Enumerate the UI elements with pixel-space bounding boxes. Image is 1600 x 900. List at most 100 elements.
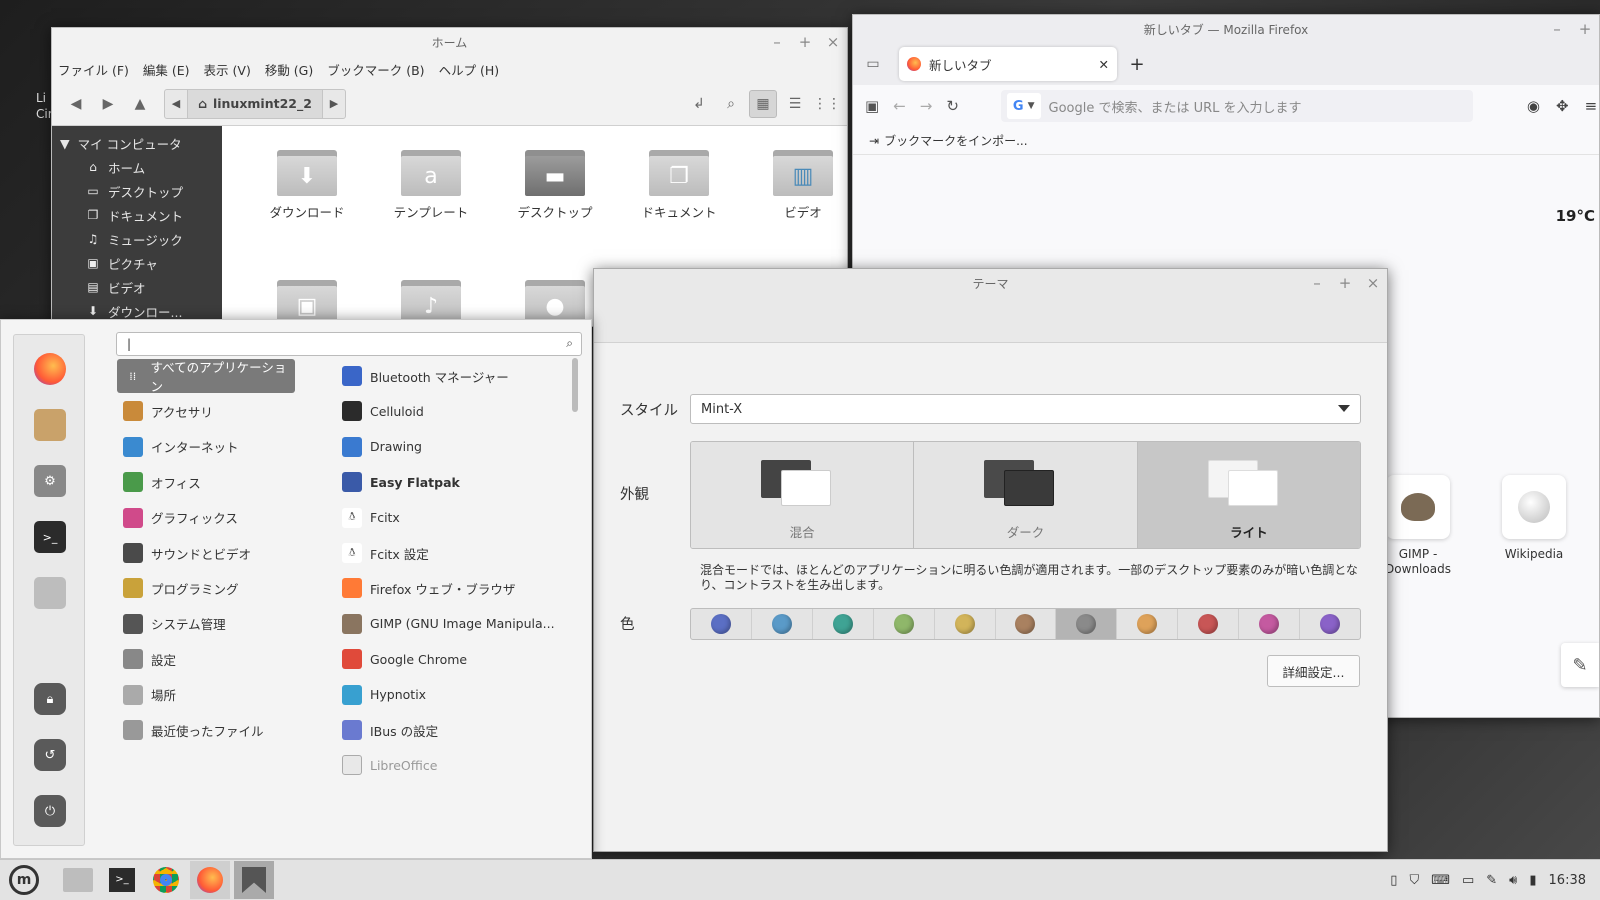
display-icon[interactable]: ▭ [1462, 873, 1474, 888]
terminal-icon[interactable]: >_ [34, 521, 66, 553]
color-swatch[interactable] [1239, 609, 1301, 639]
clipboard-icon[interactable]: ▯ [1390, 873, 1397, 888]
category-item[interactable]: オフィス [117, 465, 295, 499]
folder-templates[interactable]: a テンプレート [381, 146, 481, 221]
app-item[interactable]: Bluetooth マネージャー [342, 359, 572, 393]
color-swatch[interactable] [813, 609, 874, 639]
sidebar-item-documents[interactable]: ❐ ドキュメント [52, 203, 222, 227]
close-tab-icon[interactable]: ✕ [1099, 57, 1109, 72]
maximize-icon[interactable]: + [1337, 274, 1353, 292]
color-swatch[interactable] [996, 609, 1057, 639]
color-swatch[interactable] [935, 609, 996, 639]
volume-icon[interactable]: 🔊︎ [1509, 873, 1517, 888]
category-item[interactable]: グラフィックス [117, 501, 295, 535]
breadcrumb-right-icon[interactable]: ▶ [323, 97, 345, 110]
file-manager-titlebar[interactable]: ホーム – + × [52, 28, 847, 56]
logout-icon[interactable]: ↺ [34, 739, 66, 771]
close-icon[interactable]: × [825, 33, 841, 51]
category-item[interactable]: インターネット [117, 430, 295, 464]
category-item[interactable]: ⁞⁞ すべてのアプリケーション [117, 359, 295, 394]
menu-view[interactable]: 表示 (V) [204, 60, 251, 79]
folder-documents[interactable]: ❐ ドキュメント [629, 146, 729, 221]
new-tab-icon[interactable]: + [1123, 50, 1151, 78]
icon-view-icon[interactable]: ▦ [749, 89, 777, 118]
sidebar-toggle-icon[interactable]: ▣ [865, 97, 879, 115]
menu-bookmarks[interactable]: ブックマーク (B) [327, 60, 424, 79]
search-input[interactable]: | ⌕ [116, 332, 582, 356]
taskbar-terminal-icon[interactable]: >_ [102, 861, 142, 899]
app-item[interactable]: Hypnotix [342, 678, 572, 712]
scrollbar[interactable] [572, 358, 578, 412]
keyboard-icon[interactable]: ⌨ [1431, 873, 1450, 888]
power-icon[interactable]: ⏻ [34, 795, 66, 827]
sidebar-header[interactable]: ▼ マイ コンピュータ [52, 132, 222, 155]
advanced-settings-button[interactable]: 詳細設定... [1267, 655, 1360, 687]
sidebar-item-videos[interactable]: ▤ ビデオ [52, 275, 222, 299]
app-item[interactable]: Easy Flatpak [342, 465, 572, 499]
color-swatch[interactable] [752, 609, 813, 639]
menu-edit[interactable]: 編集 (E) [143, 60, 190, 79]
lock-icon[interactable]: 🔒︎ [34, 683, 66, 715]
style-dropdown[interactable]: Mint-X [690, 394, 1361, 424]
sidebar-item-music[interactable]: ♫ ミュージック [52, 227, 222, 251]
color-swatch[interactable] [874, 609, 935, 639]
extensions-icon[interactable]: ✥ [1556, 97, 1569, 115]
compact-view-icon[interactable]: ⋮⋮ [813, 90, 841, 118]
firefox-icon[interactable] [34, 353, 66, 385]
search-engine-google-icon[interactable]: G ▼ [1006, 93, 1041, 119]
shield-icon[interactable]: ⛉ [1409, 873, 1419, 888]
color-swatch[interactable] [1178, 609, 1240, 639]
app-item[interactable]: Celluloid [342, 394, 572, 428]
app-menu-icon[interactable]: ≡ [1585, 97, 1598, 115]
app-item[interactable]: IBus の設定 [342, 713, 572, 747]
category-item[interactable]: システム管理 [117, 607, 295, 641]
taskbar-firefox-icon[interactable] [190, 861, 230, 899]
minimize-icon[interactable]: – [1309, 274, 1325, 292]
back-icon[interactable]: ← [893, 97, 906, 115]
minimize-icon[interactable]: – [769, 33, 785, 51]
software-manager-icon[interactable] [34, 409, 66, 441]
category-item[interactable]: 設定 [117, 642, 295, 676]
network-icon[interactable]: ✎ [1486, 873, 1497, 888]
back-icon[interactable]: ◀ [62, 90, 90, 118]
url-bar[interactable]: G ▼ Google で検索、または URL を入力します [1000, 90, 1473, 122]
breadcrumb-left-icon[interactable]: ◀ [165, 97, 187, 110]
maximize-icon[interactable]: + [797, 33, 813, 51]
minimize-icon[interactable]: – [1549, 20, 1565, 38]
search-icon[interactable]: ⌕ [717, 90, 745, 118]
taskbar-chrome-icon[interactable] [146, 861, 186, 899]
menu-file[interactable]: ファイル (F) [58, 60, 129, 79]
color-swatch[interactable] [691, 609, 752, 639]
appearance-option-light[interactable]: ライト [1137, 442, 1360, 548]
firefox-titlebar[interactable]: 新しいタブ — Mozilla Firefox – + [853, 15, 1599, 43]
app-item[interactable]: GIMP (GNU Image Manipula... [342, 607, 572, 641]
shortcut-wikipedia[interactable]: Wikipedia [1489, 475, 1579, 562]
color-swatch[interactable] [1117, 609, 1179, 639]
clock[interactable]: 16:38 [1549, 873, 1586, 888]
tab-list-icon[interactable]: ▭ [859, 50, 887, 78]
category-item[interactable]: 場所 [117, 678, 295, 712]
forward-icon[interactable]: ▶ [94, 90, 122, 118]
category-item[interactable]: アクセサリ [117, 394, 295, 428]
system-settings-icon[interactable]: ⚙ [34, 465, 66, 497]
folder-downloads[interactable]: ⬇ ダウンロード [257, 146, 357, 221]
list-view-icon[interactable]: ☰ [781, 90, 809, 118]
folder-desktop[interactable]: ▬ デスクトップ [505, 146, 605, 221]
sidebar-item-home[interactable]: ⌂ ホーム [52, 155, 222, 179]
maximize-icon[interactable]: + [1577, 20, 1593, 38]
color-swatch[interactable] [1056, 609, 1118, 639]
app-item[interactable]: 🐧︎ Fcitx 設定 [342, 536, 572, 570]
sidebar-item-pictures[interactable]: ▣ ピクチャ [52, 251, 222, 275]
reload-icon[interactable]: ↻ [946, 97, 959, 115]
breadcrumb-home[interactable]: ⌂ linuxmint22_2 [187, 89, 323, 118]
toggle-location-icon[interactable]: ↲ [685, 90, 713, 118]
taskbar-files-icon[interactable] [58, 861, 98, 899]
folder-videos[interactable]: ▥ ビデオ [753, 146, 847, 221]
appearance-option-mixed[interactable]: 混合 [691, 442, 915, 548]
menu-mint-icon[interactable]: m [4, 861, 44, 899]
files-icon[interactable] [34, 577, 66, 609]
tab-new-tab[interactable]: 新しいタブ ✕ [899, 47, 1117, 81]
up-icon[interactable]: ▲ [126, 90, 154, 118]
app-item[interactable]: Firefox ウェブ・ブラウザ [342, 571, 572, 605]
app-item[interactable]: LibreOffice [342, 748, 572, 782]
